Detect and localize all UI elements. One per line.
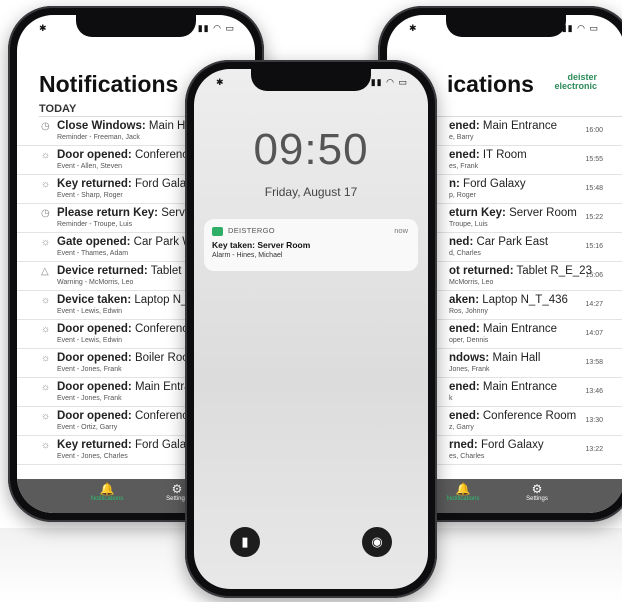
item-title: ndows: Main Hall xyxy=(449,352,541,364)
page-title: ications xyxy=(447,71,534,97)
item-title: ened: Main Entrance xyxy=(449,323,558,335)
clock-icon: ◷ xyxy=(41,121,50,132)
lock-screen: ✱ ▮▮ ◠ ▭ 09:50 Friday, August 17 DEISTER… xyxy=(194,69,428,589)
lock-clock: 09:50 xyxy=(253,125,369,174)
gear-icon: ⚙ xyxy=(531,482,543,496)
item-subtitle: oper, Dennis xyxy=(449,337,489,344)
item-title: Door opened: Boiler Room xyxy=(57,352,199,364)
item-time: 16:00 xyxy=(585,127,603,134)
door-icon: ☼ xyxy=(41,324,51,335)
item-subtitle: Ros, Johnny xyxy=(449,308,488,315)
signal-battery-icon: ▮▮ ◠ ▭ xyxy=(197,23,235,33)
item-title: Key returned: Ford Galaxy xyxy=(57,178,198,190)
bluetooth-icon: ✱ xyxy=(216,77,224,87)
notch xyxy=(446,15,566,37)
item-title: ened: Conference Room xyxy=(449,410,577,422)
notification-app-name: DEISTERGO xyxy=(228,226,275,235)
item-time: 13:58 xyxy=(585,359,603,366)
lock-date: Friday, August 17 xyxy=(264,185,358,199)
item-subtitle: e, Barry xyxy=(449,134,474,141)
door-icon: ☼ xyxy=(41,150,51,161)
item-subtitle: z, Garry xyxy=(449,424,474,431)
item-time: 15:48 xyxy=(585,185,603,192)
notch xyxy=(251,69,371,91)
item-subtitle: es, Frank xyxy=(449,163,479,170)
item-time: 13:30 xyxy=(585,417,603,424)
tab-settings[interactable]: ⚙ Settings xyxy=(507,482,567,502)
item-subtitle: Reminder - Troupe, Luis xyxy=(57,221,133,228)
deister-logo: deisterelectronic xyxy=(554,72,597,91)
camera-icon: ◉ xyxy=(371,534,383,549)
item-subtitle: McMorris, Leo xyxy=(449,279,494,286)
deistergo-app-icon xyxy=(212,227,223,236)
door-icon: ☼ xyxy=(41,411,51,422)
item-subtitle: Reminder - Freeman, Jack xyxy=(57,134,140,141)
bluetooth-icon: ✱ xyxy=(409,23,417,33)
notification-subtitle: Alarm - Hines, Michael xyxy=(212,252,283,259)
item-time: 15:22 xyxy=(585,214,603,221)
device-icon: ☼ xyxy=(41,295,51,306)
item-title: Close Windows: Main Hall xyxy=(57,120,197,132)
item-title: ened: Main Entrance xyxy=(449,120,558,132)
door-icon: ☼ xyxy=(41,382,51,393)
item-title: rned: Ford Galaxy xyxy=(449,439,544,451)
notch xyxy=(76,15,196,37)
item-subtitle: Jones, Frank xyxy=(449,366,490,373)
item-subtitle: Warning - McMorris, Leo xyxy=(57,279,134,286)
item-subtitle: k xyxy=(449,395,453,402)
item-title: ned: Car Park East xyxy=(449,236,549,248)
item-subtitle: Event - Ortiz, Garry xyxy=(57,424,118,431)
item-title: eturn Key: Server Room xyxy=(449,207,577,219)
item-time: 13:22 xyxy=(585,446,603,453)
bluetooth-icon: ✱ xyxy=(39,23,47,33)
center-phone: ✱ ▮▮ ◠ ▭ 09:50 Friday, August 17 DEISTER… xyxy=(185,60,437,598)
item-title: Key returned: Ford Galaxy xyxy=(57,439,198,451)
item-time: 13:46 xyxy=(585,388,603,395)
notification-time: now xyxy=(394,226,408,235)
item-time: 15:55 xyxy=(585,156,603,163)
item-title: ened: IT Room xyxy=(449,149,527,161)
item-subtitle: Event - Allen, Steven xyxy=(57,163,122,170)
gate-icon: ☼ xyxy=(41,237,51,248)
clock-icon: ◷ xyxy=(41,208,50,219)
item-subtitle: Event - Lewis, Edwin xyxy=(57,337,122,344)
item-time: 15:06 xyxy=(585,272,603,279)
item-subtitle: Event - Sharp, Roger xyxy=(57,192,123,199)
tab-notifications[interactable]: 🔔 Notifications xyxy=(433,482,493,502)
item-time: 14:07 xyxy=(585,330,603,337)
item-title: ened: Main Entrance xyxy=(449,381,558,393)
item-subtitle: p, Roger xyxy=(449,192,476,199)
item-subtitle: Event - Jones, Frank xyxy=(57,395,122,402)
bell-icon: 🔔 xyxy=(455,482,471,496)
notification-title: Key taken: Server Room xyxy=(212,240,311,250)
flashlight-icon: ▮ xyxy=(241,534,249,549)
item-time: 15:16 xyxy=(585,243,603,250)
door-icon: ☼ xyxy=(41,353,51,364)
signal-battery-icon: ▮▮ ◠ ▭ xyxy=(561,23,599,33)
item-subtitle: d, Charles xyxy=(449,250,481,257)
item-subtitle: es, Charles xyxy=(449,453,485,460)
item-subtitle: Event - Jones, Frank xyxy=(57,366,122,373)
item-subtitle: Event - Thames, Adam xyxy=(57,250,129,257)
camera-button[interactable]: ◉ xyxy=(362,527,392,557)
item-subtitle: Troupe, Luis xyxy=(449,221,488,228)
flashlight-button[interactable]: ▮ xyxy=(230,527,260,557)
item-title: n: Ford Galaxy xyxy=(449,178,526,190)
bell-icon: 🔔 xyxy=(99,482,115,496)
signal-battery-icon: ▮▮ ◠ ▭ xyxy=(370,77,408,87)
push-notification[interactable]: DEISTERGO now Key taken: Server Room Ala… xyxy=(204,219,418,271)
item-title: aken: Laptop N_T_436 xyxy=(449,294,568,306)
section-header-today: TODAY xyxy=(39,103,77,115)
item-subtitle: Event - Jones, Charles xyxy=(57,453,128,460)
item-subtitle: Event - Lewis, Edwin xyxy=(57,308,122,315)
page-title: Notifications xyxy=(39,71,179,97)
tab-notifications[interactable]: 🔔 Notifications xyxy=(77,482,137,502)
key-icon: ☼ xyxy=(41,440,51,451)
item-time: 14:27 xyxy=(585,301,603,308)
warning-icon: △ xyxy=(41,266,49,277)
item-title: ot returned: Tablet R_E_23 xyxy=(449,265,592,277)
key-icon: ☼ xyxy=(41,179,51,190)
